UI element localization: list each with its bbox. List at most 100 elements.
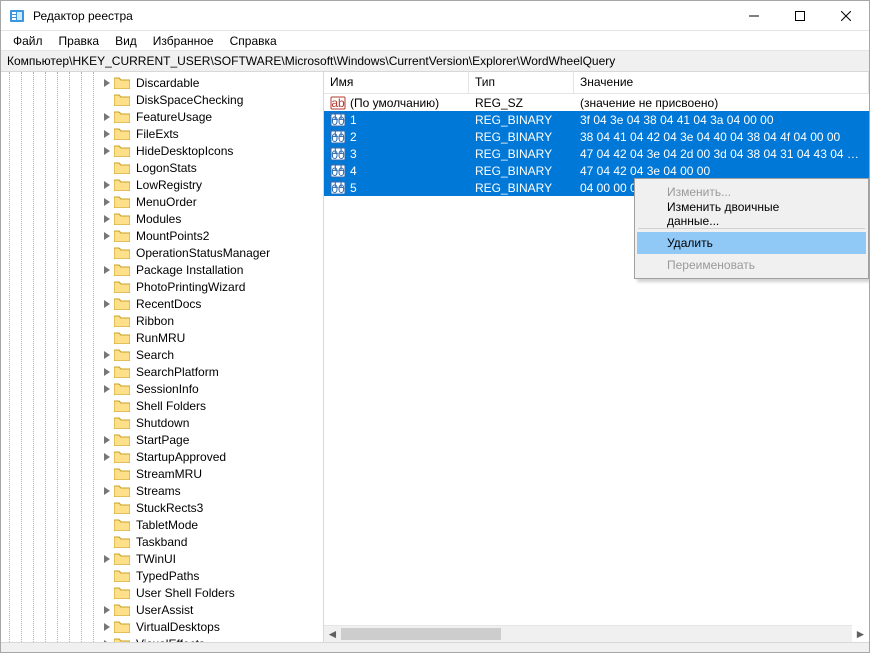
expand-icon[interactable] (101, 587, 113, 599)
expand-icon[interactable] (101, 417, 113, 429)
tree-item[interactable]: PhotoPrintingWizard (1, 278, 323, 295)
expand-icon[interactable] (101, 213, 113, 225)
tree-item[interactable]: MountPoints2 (1, 227, 323, 244)
menu-favorites[interactable]: Избранное (145, 32, 222, 50)
tree-item[interactable]: RecentDocs (1, 295, 323, 312)
scroll-right-icon[interactable]: ► (852, 626, 869, 642)
expand-icon[interactable] (101, 315, 113, 327)
expand-icon[interactable] (101, 298, 113, 310)
expand-icon[interactable] (101, 162, 113, 174)
list-row[interactable]: 011010011REG_BINARY3f 04 3e 04 38 04 41 … (324, 111, 869, 128)
list-row[interactable]: 011010013REG_BINARY47 04 42 04 3e 04 2d … (324, 145, 869, 162)
menu-help[interactable]: Справка (222, 32, 285, 50)
tree-item[interactable]: VisualEffects (1, 635, 323, 642)
tree-item[interactable]: Shell Folders (1, 397, 323, 414)
expand-icon[interactable] (101, 247, 113, 259)
tree-item[interactable]: SearchPlatform (1, 363, 323, 380)
expand-icon[interactable] (101, 145, 113, 157)
tree-item[interactable]: Search (1, 346, 323, 363)
expand-icon[interactable] (101, 128, 113, 140)
list-row[interactable]: ab(По умолчанию)REG_SZ(значение не присв… (324, 94, 869, 111)
tree-item-label: TWinUI (134, 552, 178, 566)
menu-edit[interactable]: Правка (51, 32, 108, 50)
expand-icon[interactable] (101, 366, 113, 378)
expand-icon[interactable] (101, 77, 113, 89)
list-header[interactable]: Имя Тип Значение (324, 72, 869, 94)
list-row[interactable]: 011010012REG_BINARY38 04 41 04 42 04 3e … (324, 128, 869, 145)
value-type: REG_SZ (469, 96, 574, 110)
tree-item[interactable]: RunMRU (1, 329, 323, 346)
tree-item[interactable]: TypedPaths (1, 567, 323, 584)
tree-item[interactable]: TabletMode (1, 516, 323, 533)
expand-icon[interactable] (101, 604, 113, 616)
tree-item[interactable]: StreamMRU (1, 465, 323, 482)
expand-icon[interactable] (101, 485, 113, 497)
scroll-thumb[interactable] (341, 628, 501, 640)
tree-item[interactable]: UserAssist (1, 601, 323, 618)
expand-icon[interactable] (101, 383, 113, 395)
tree-item[interactable]: Taskband (1, 533, 323, 550)
expand-icon[interactable] (101, 94, 113, 106)
tree-item[interactable]: Shutdown (1, 414, 323, 431)
expand-icon[interactable] (101, 553, 113, 565)
tree-item[interactable]: Ribbon (1, 312, 323, 329)
tree-item[interactable]: HideDesktopIcons (1, 142, 323, 159)
tree-item[interactable]: MenuOrder (1, 193, 323, 210)
col-value[interactable]: Значение (574, 72, 869, 93)
tree-item[interactable]: Streams (1, 482, 323, 499)
expand-icon[interactable] (101, 468, 113, 480)
tree-item[interactable]: TWinUI (1, 550, 323, 567)
context-menu-item[interactable]: Удалить (637, 232, 866, 254)
expand-icon[interactable] (101, 230, 113, 242)
horizontal-scrollbar[interactable]: ◄ ► (324, 625, 852, 642)
expand-icon[interactable] (101, 196, 113, 208)
tree-item[interactable]: Package Installation (1, 261, 323, 278)
string-value-icon: ab (330, 95, 346, 111)
tree-item[interactable]: VirtualDesktops (1, 618, 323, 635)
tree-item[interactable]: User Shell Folders (1, 584, 323, 601)
tree-item[interactable]: StartupApproved (1, 448, 323, 465)
tree-item-label: SearchPlatform (134, 365, 221, 379)
expand-icon[interactable] (101, 179, 113, 191)
expand-icon[interactable] (101, 281, 113, 293)
registry-tree[interactable]: DiscardableDiskSpaceCheckingFeatureUsage… (1, 72, 323, 642)
minimize-button[interactable] (731, 1, 777, 31)
expand-icon[interactable] (101, 349, 113, 361)
tree-item[interactable]: Modules (1, 210, 323, 227)
tree-item-label: HideDesktopIcons (134, 144, 235, 158)
tree-item[interactable]: FileExts (1, 125, 323, 142)
tree-item[interactable]: LowRegistry (1, 176, 323, 193)
expand-icon[interactable] (101, 434, 113, 446)
expand-icon[interactable] (101, 570, 113, 582)
close-button[interactable] (823, 1, 869, 31)
col-name[interactable]: Имя (324, 72, 469, 93)
expand-icon[interactable] (101, 264, 113, 276)
list-row[interactable]: 011010014REG_BINARY47 04 42 04 3e 04 00 … (324, 162, 869, 179)
folder-icon (114, 399, 130, 412)
menu-view[interactable]: Вид (107, 32, 145, 50)
tree-item[interactable]: OperationStatusManager (1, 244, 323, 261)
tree-item[interactable]: SessionInfo (1, 380, 323, 397)
values-list[interactable]: Имя Тип Значение ab(По умолчанию)REG_SZ(… (324, 72, 869, 642)
context-menu-item[interactable]: Изменить двоичные данные... (637, 203, 866, 225)
expand-icon[interactable] (101, 332, 113, 344)
expand-icon[interactable] (101, 451, 113, 463)
expand-icon[interactable] (101, 536, 113, 548)
expand-icon[interactable] (101, 621, 113, 633)
expand-icon[interactable] (101, 400, 113, 412)
tree-item[interactable]: StartPage (1, 431, 323, 448)
tree-item[interactable]: DiskSpaceChecking (1, 91, 323, 108)
scroll-left-icon[interactable]: ◄ (324, 626, 341, 642)
tree-item[interactable]: LogonStats (1, 159, 323, 176)
col-type[interactable]: Тип (469, 72, 574, 93)
expand-icon[interactable] (101, 111, 113, 123)
address-bar[interactable]: Компьютер\HKEY_CURRENT_USER\SOFTWARE\Mic… (1, 51, 869, 72)
menu-file[interactable]: Файл (5, 32, 51, 50)
expand-icon[interactable] (101, 638, 113, 643)
expand-icon[interactable] (101, 502, 113, 514)
tree-item[interactable]: FeatureUsage (1, 108, 323, 125)
expand-icon[interactable] (101, 519, 113, 531)
tree-item[interactable]: Discardable (1, 74, 323, 91)
maximize-button[interactable] (777, 1, 823, 31)
tree-item[interactable]: StuckRects3 (1, 499, 323, 516)
